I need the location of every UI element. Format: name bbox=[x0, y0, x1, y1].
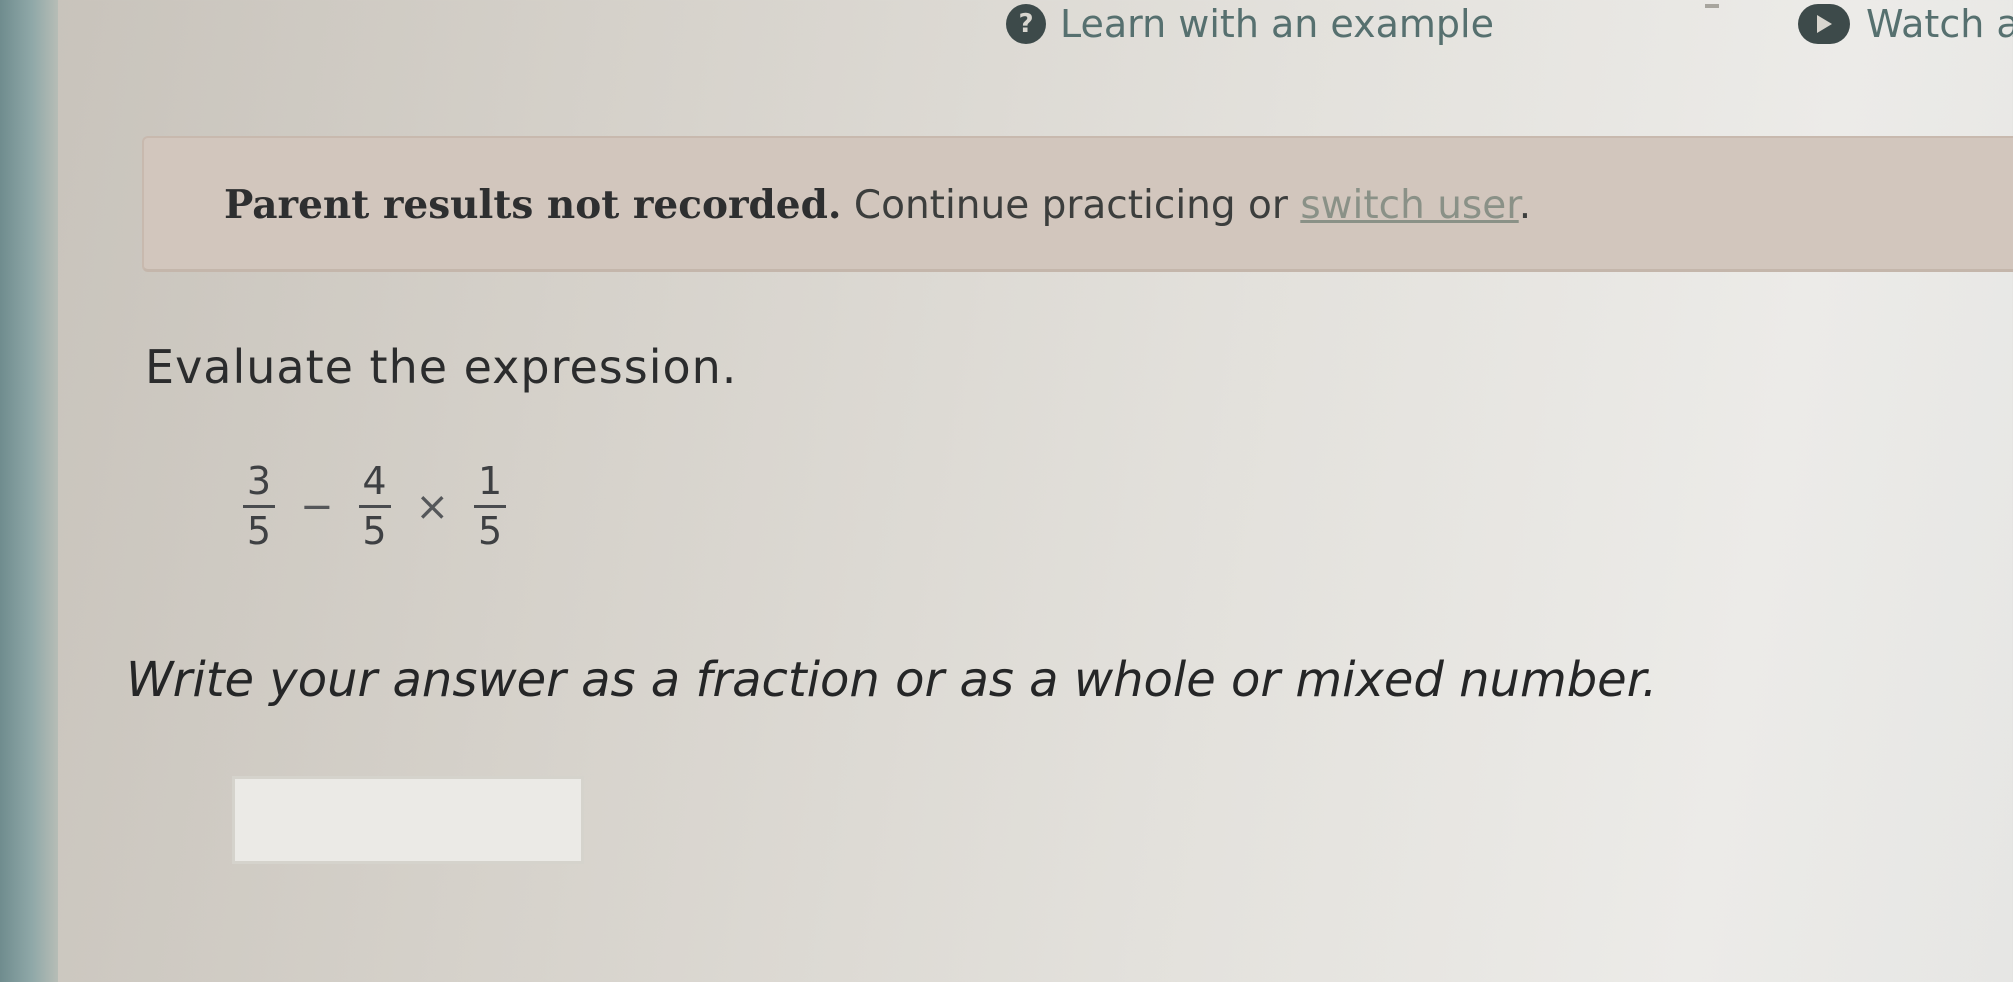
fraction-2-numerator: 4 bbox=[362, 459, 387, 503]
fraction-1: 3 5 bbox=[240, 459, 278, 553]
times-operator: × bbox=[415, 483, 450, 530]
notice-body-text: Continue practicing or bbox=[841, 183, 1301, 228]
fraction-2: 4 5 bbox=[356, 459, 394, 553]
left-window-edge bbox=[0, 0, 58, 982]
answer-input[interactable] bbox=[232, 776, 584, 864]
toolbar-separator bbox=[1705, 4, 1719, 8]
answer-instruction: Write your answer as a fraction or as a … bbox=[126, 652, 1658, 708]
help-icon: ? bbox=[1006, 4, 1046, 44]
play-icon bbox=[1798, 4, 1850, 44]
minus-operator: − bbox=[300, 483, 334, 530]
math-expression: 3 5 − 4 5 × 1 5 bbox=[240, 459, 509, 553]
fraction-2-denominator: 5 bbox=[362, 508, 387, 553]
notice-end-punctuation: . bbox=[1518, 183, 1532, 228]
question-prompt: Evaluate the expression. bbox=[145, 340, 738, 394]
fraction-3-numerator: 1 bbox=[477, 459, 503, 503]
fraction-1-numerator: 3 bbox=[246, 459, 272, 503]
help-toolbar: ? Learn with an example Watch a bbox=[58, 0, 2013, 60]
fraction-1-denominator: 5 bbox=[246, 508, 272, 553]
notice-strong-text: Parent results not recorded. bbox=[224, 182, 842, 228]
fraction-3: 1 5 bbox=[471, 459, 509, 553]
fraction-3-denominator: 5 bbox=[477, 508, 503, 553]
switch-user-link[interactable]: switch user bbox=[1300, 183, 1518, 228]
watch-video-label: Watch a bbox=[1866, 2, 2013, 46]
learn-with-example-link[interactable]: ? Learn with an example bbox=[1006, 2, 1494, 46]
notice-message: Parent results not recorded. Continue pr… bbox=[224, 182, 1531, 228]
learn-with-example-label: Learn with an example bbox=[1060, 2, 1494, 46]
parent-results-notice: Parent results not recorded. Continue pr… bbox=[142, 136, 2013, 272]
watch-video-link[interactable]: Watch a bbox=[1798, 2, 2013, 46]
